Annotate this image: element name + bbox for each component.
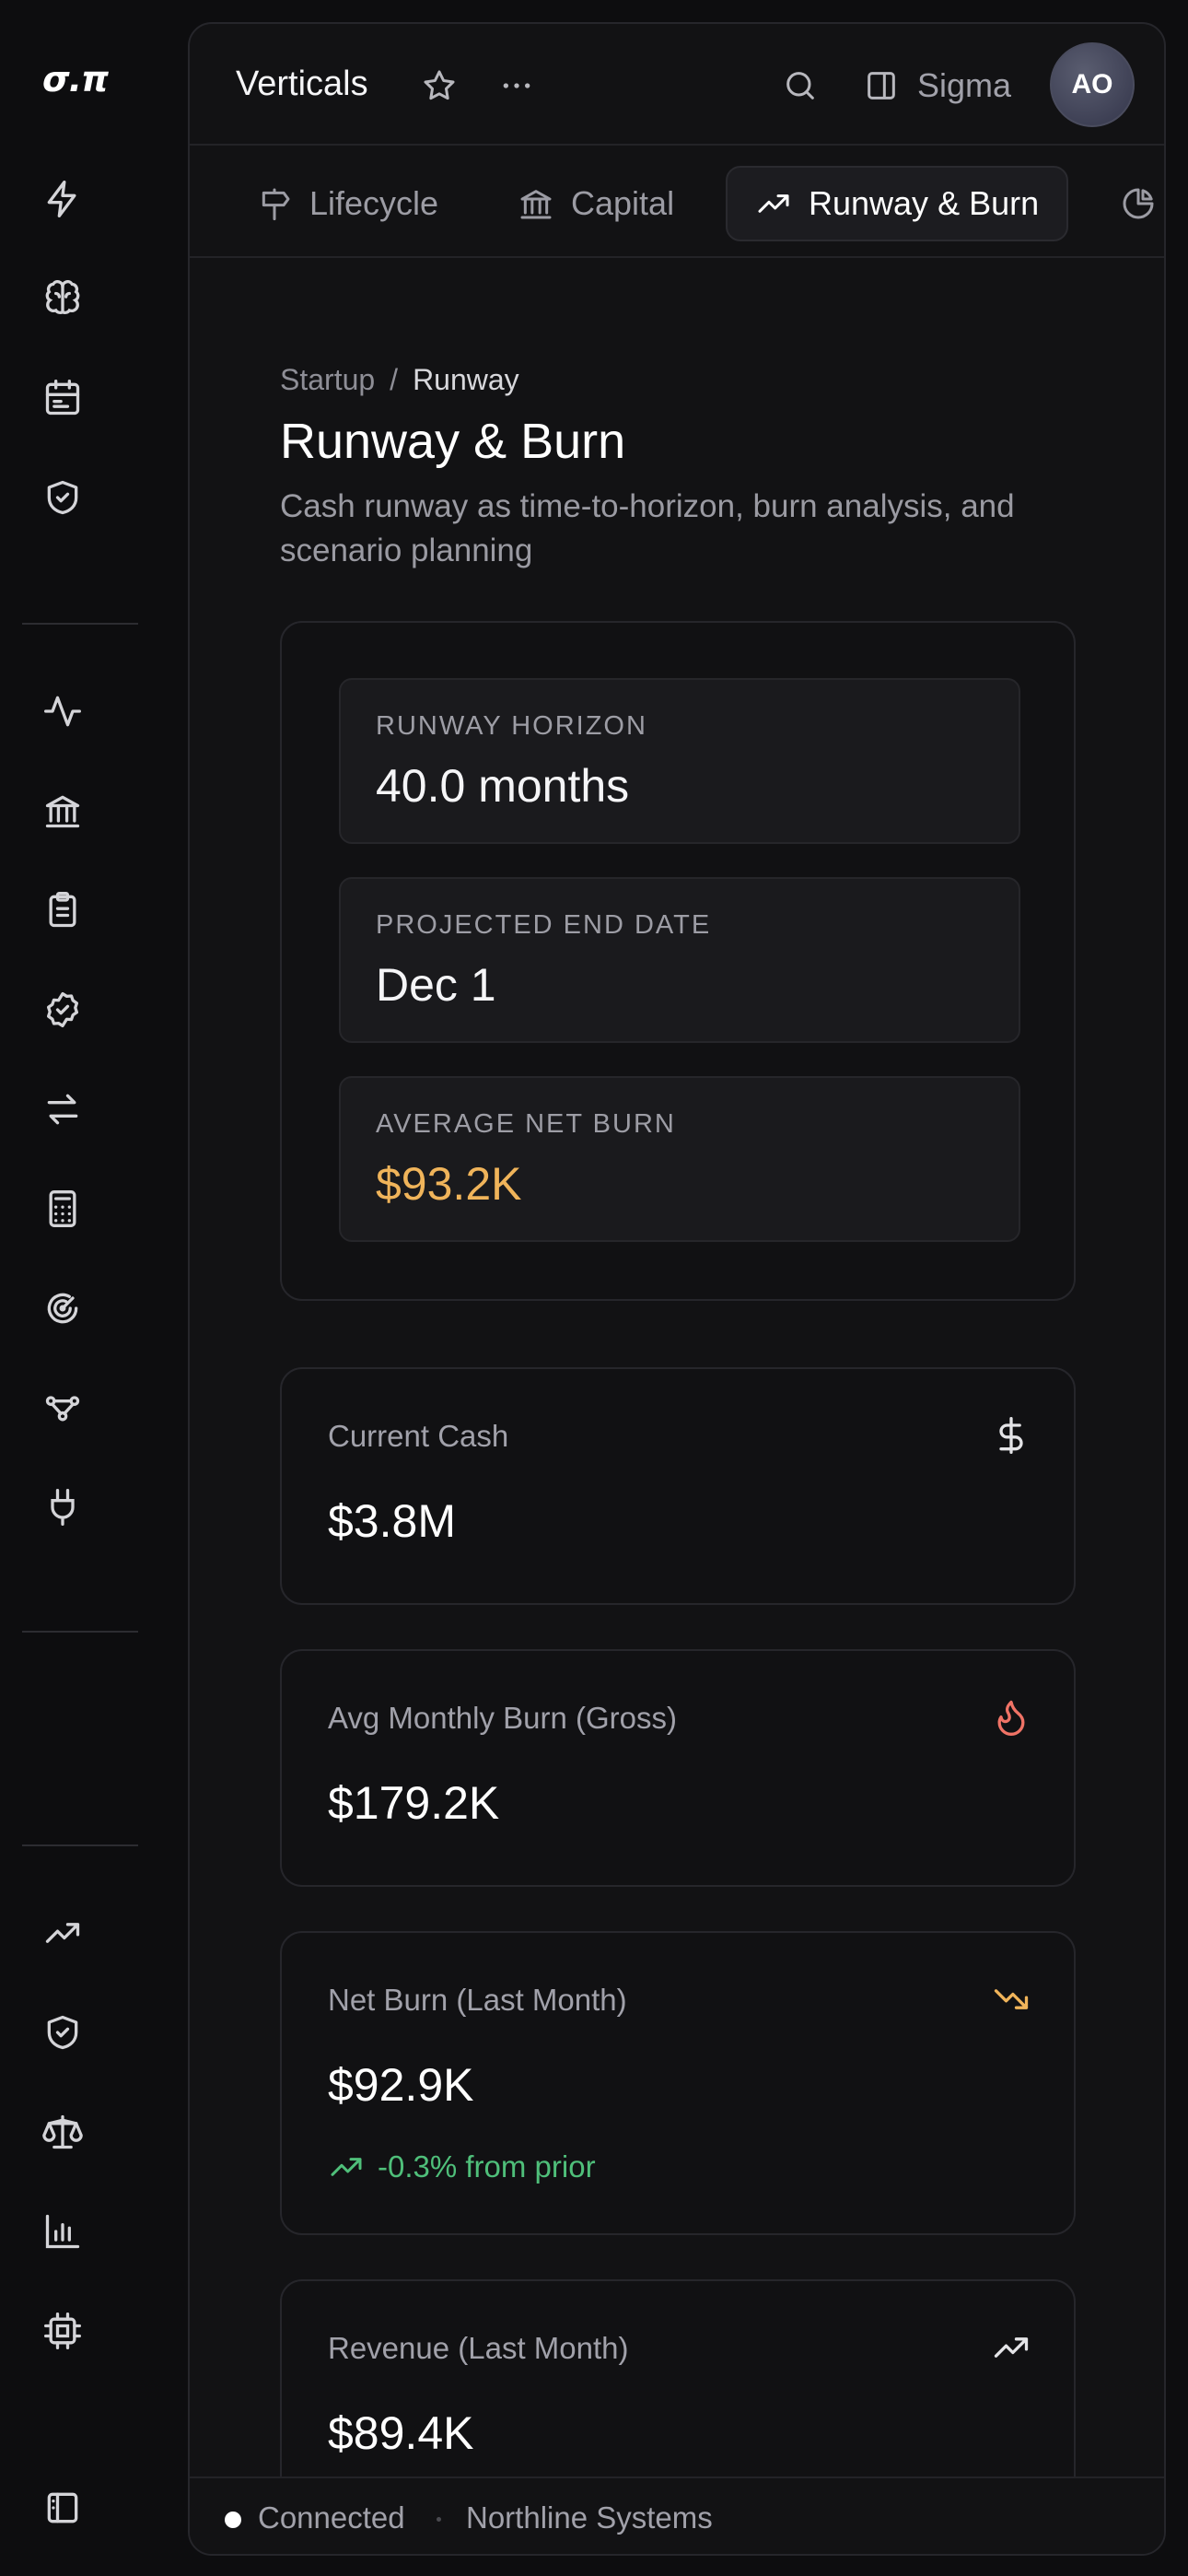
radar-icon[interactable]: [41, 1286, 85, 1330]
tab-label: Lifecycle: [309, 184, 439, 222]
workflow-icon[interactable]: [41, 1386, 85, 1430]
stat-label: Avg Monthly Burn (Gross): [328, 1701, 678, 1735]
clipboard-icon[interactable]: [41, 888, 85, 932]
tab-label: Capital: [571, 184, 675, 222]
connection-status: Connected: [258, 2500, 405, 2535]
signpost-icon: [256, 185, 293, 222]
app-logo[interactable]: σ.π: [42, 59, 109, 100]
stat-label: Current Cash: [328, 1419, 509, 1453]
tab-capital[interactable]: Capital: [490, 166, 702, 241]
trending-up-icon: [991, 2327, 1031, 2368]
stat-label: Net Burn (Last Month): [328, 1983, 627, 2017]
workspace-title: Verticals: [236, 64, 368, 103]
delta-text: -0.3% from prior: [378, 2149, 596, 2184]
badge-check-icon[interactable]: [41, 988, 85, 1032]
star-icon[interactable]: [416, 63, 462, 109]
calculator-icon[interactable]: [41, 1187, 85, 1231]
rail-divider: [22, 1631, 138, 1633]
organization-name[interactable]: Northline Systems: [466, 2500, 713, 2535]
bank-icon: [518, 185, 554, 222]
metric-value: Dec 1: [376, 959, 496, 1011]
tab-runway-burn[interactable]: Runway & Burn: [726, 166, 1069, 241]
net-burn-card: Net Burn (Last Month) $92.9K -0.3% from …: [280, 1931, 1076, 2235]
metric-value: $93.2K: [376, 1158, 522, 1210]
shield-check-icon[interactable]: [41, 2010, 85, 2055]
metric-value: 40.0 months: [376, 760, 630, 812]
revenue-card: Revenue (Last Month) $89.4K: [280, 2279, 1076, 2497]
brain-icon[interactable]: [41, 276, 85, 321]
shield-check-icon[interactable]: [41, 475, 85, 520]
page-content: Startup / Runway Runway & Burn Cash runway…: [190, 260, 1164, 2497]
rail-divider: [22, 623, 138, 625]
breadcrumb-separator: /: [390, 363, 399, 396]
trending-up-icon: [755, 185, 792, 222]
stat-label: Revenue (Last Month): [328, 2331, 629, 2365]
arrows-left-right-icon[interactable]: [41, 1087, 85, 1131]
trending-up-icon[interactable]: [41, 1911, 85, 1955]
trending-down-icon: [991, 1979, 1031, 2020]
sidebar-toggle-icon[interactable]: [858, 63, 904, 109]
page-title: Runway & Burn: [280, 414, 626, 469]
pie-chart-icon: [1120, 185, 1157, 222]
dollar-icon: [991, 1415, 1031, 1456]
runway-horizon-metric: RUNWAY HORIZON 40.0 months: [339, 678, 1020, 844]
sigma-button[interactable]: Sigma: [917, 66, 1011, 105]
avatar[interactable]: AO: [1050, 42, 1135, 127]
top-bar: Verticals Sigma AO: [190, 24, 1164, 146]
tab-label: Runway & Burn: [809, 184, 1040, 222]
breadcrumb-root[interactable]: Startup: [280, 363, 375, 396]
panel-icon[interactable]: [41, 2486, 85, 2530]
tab-overflow[interactable]: [1092, 166, 1164, 241]
stat-value: $179.2K: [328, 1777, 500, 1829]
flame-icon: [991, 1697, 1031, 1738]
activity-icon[interactable]: [41, 689, 85, 733]
search-icon[interactable]: [777, 63, 823, 109]
metric-label: AVERAGE NET BURN: [376, 1109, 676, 1139]
trending-up-icon: [328, 2149, 365, 2185]
status-bar: Connected Northline Systems: [190, 2476, 1164, 2554]
left-rail: σ.π: [0, 0, 188, 2576]
bank-icon[interactable]: [41, 789, 85, 833]
average-net-burn-metric: AVERAGE NET BURN $93.2K: [339, 1076, 1020, 1242]
scale-icon[interactable]: [41, 2110, 85, 2154]
connection-status-dot: [225, 2512, 241, 2528]
more-icon[interactable]: [494, 63, 540, 109]
calendar-icon[interactable]: [41, 376, 85, 420]
cpu-icon[interactable]: [41, 2309, 85, 2353]
current-cash-card: Current Cash $3.8M: [280, 1367, 1076, 1605]
page-subtitle: Cash runway as time-to-horizon, burn ana…: [280, 488, 1015, 568]
gross-burn-card: Avg Monthly Burn (Gross) $179.2K: [280, 1649, 1076, 1887]
stat-value: $92.9K: [328, 2059, 474, 2111]
lightning-icon[interactable]: [41, 177, 85, 221]
breadcrumb-current: Runway: [413, 363, 519, 396]
main-panel: Verticals Sigma AO Lifecycle Capital Run…: [188, 22, 1166, 2556]
stat-value: $3.8M: [328, 1495, 456, 1547]
metric-label: RUNWAY HORIZON: [376, 711, 647, 741]
breadcrumb: Startup / Runway: [280, 363, 519, 397]
plug-icon[interactable]: [41, 1485, 85, 1529]
tab-bar: Lifecycle Capital Runway & Burn: [190, 147, 1164, 258]
runway-horizon-card: RUNWAY HORIZON 40.0 months PROJECTED END…: [280, 621, 1076, 1301]
stat-value: $89.4K: [328, 2407, 474, 2459]
metric-label: PROJECTED END DATE: [376, 910, 712, 940]
status-separator: [437, 2517, 441, 2522]
bar-chart-icon[interactable]: [41, 2209, 85, 2254]
tab-lifecycle[interactable]: Lifecycle: [228, 166, 466, 241]
stat-delta: -0.3% from prior: [328, 2149, 596, 2185]
rail-divider: [22, 1844, 138, 1846]
projected-end-metric: PROJECTED END DATE Dec 1: [339, 877, 1020, 1043]
